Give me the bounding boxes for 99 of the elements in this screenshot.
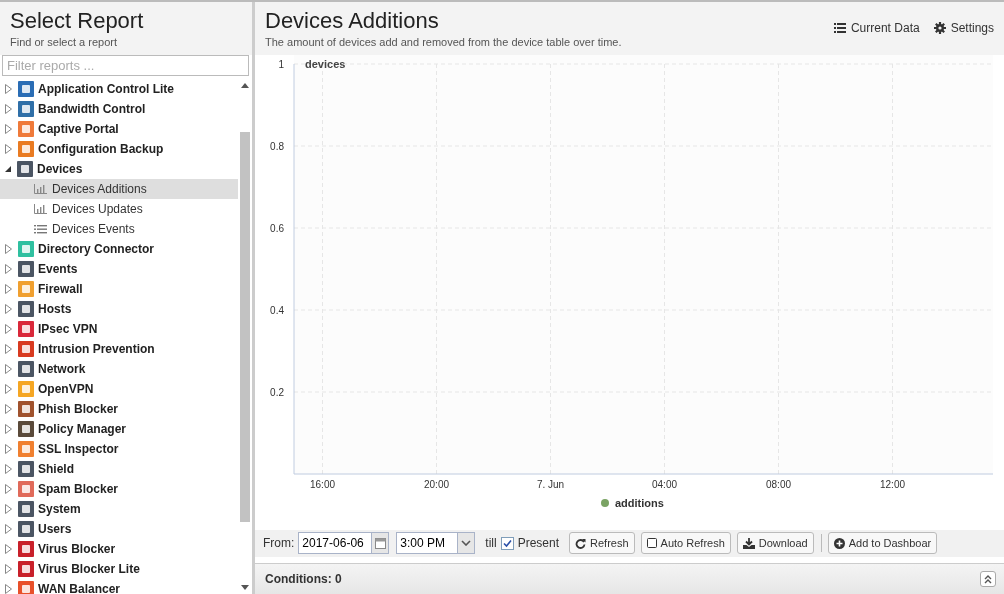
toolbar-button[interactable]: Download — [736, 532, 814, 555]
expand-arrow-icon[interactable] — [5, 543, 12, 554]
tree-item[interactable]: Phish Blocker — [0, 398, 238, 419]
x-tick-label: 12:00 — [880, 478, 905, 490]
toolbar-button[interactable]: Refresh — [569, 532, 635, 555]
tree-item[interactable]: Bandwidth Control — [0, 98, 238, 119]
tree-item[interactable]: Network — [0, 358, 238, 379]
tree-item[interactable]: SSL Inspector — [0, 438, 238, 459]
x-tick-label: 7. Jun — [536, 478, 565, 490]
toolbar-button[interactable]: Settings — [933, 20, 994, 36]
expand-arrow-icon[interactable] — [5, 503, 12, 514]
expand-arrow-icon[interactable] — [5, 483, 12, 494]
report-item[interactable]: Devices Events — [0, 218, 238, 239]
collapse-icon — [984, 574, 992, 585]
x-tick-label: 04:00 — [652, 478, 677, 490]
y-tick-label: 0.6 — [270, 222, 284, 234]
x-tick-label: 08:00 — [766, 478, 791, 490]
expand-arrow-icon[interactable] — [5, 403, 12, 414]
dropdown-button[interactable] — [458, 532, 476, 555]
tree-item[interactable]: Hosts — [0, 298, 238, 319]
tree-item[interactable]: Shield — [0, 458, 238, 479]
expand-arrow-icon[interactable] — [5, 363, 12, 374]
tree-item[interactable]: Captive Portal — [0, 118, 238, 139]
caret-icon — [461, 540, 472, 547]
tree-item[interactable]: Configuration Backup — [0, 138, 238, 159]
expand-arrow-icon[interactable] — [5, 463, 12, 474]
bar-chart-icon — [34, 183, 47, 194]
toolbar-button[interactable]: Auto Refresh — [640, 532, 731, 555]
expand-arrow-icon[interactable] — [5, 283, 12, 294]
expand-arrow-icon[interactable] — [5, 123, 12, 134]
from-label: From: — [263, 535, 295, 553]
expand-arrow-icon[interactable] — [5, 443, 12, 454]
conditions-label: Conditions: 0 — [265, 571, 342, 589]
legend-item[interactable]: additions — [601, 496, 664, 509]
refresh-icon — [575, 537, 587, 549]
tree-item[interactable]: Policy Manager — [0, 418, 238, 439]
report-item[interactable]: Devices Updates — [0, 198, 238, 219]
till-label: till — [485, 535, 497, 553]
checkbox[interactable] — [500, 536, 514, 550]
calendar-button[interactable] — [372, 532, 390, 555]
y-tick-label: 0.4 — [270, 304, 284, 316]
expand-arrow-icon[interactable] — [5, 263, 12, 274]
y-tick-label: 0.2 — [270, 386, 284, 398]
tree-item[interactable]: Virus Blocker — [0, 538, 238, 559]
tree-item[interactable]: Events — [0, 258, 238, 279]
calendar-icon — [374, 537, 386, 549]
tree-item[interactable]: Devices — [0, 158, 238, 179]
download-icon — [742, 537, 755, 549]
date-field[interactable]: 2017-06-06 — [298, 532, 373, 555]
expand-arrow-icon[interactable] — [5, 323, 12, 334]
x-tick-label: 20:00 — [424, 478, 449, 490]
report-title: Devices Additions — [265, 8, 440, 34]
expand-arrow-icon[interactable] — [5, 303, 12, 314]
tree-item[interactable]: WAN Balancer — [0, 578, 238, 594]
x-tick-label: 16:00 — [310, 478, 335, 490]
expand-arrow-icon[interactable] — [5, 523, 12, 534]
tree-item[interactable]: Firewall — [0, 278, 238, 299]
y-axis-title: devices — [305, 57, 346, 70]
report-description: The amount of devices add and removed from the device table over time. — [265, 35, 622, 50]
tree-item[interactable]: IPsec VPN — [0, 318, 238, 339]
toolbar-button[interactable]: Current Data — [833, 20, 920, 36]
legend-label: additions — [615, 496, 664, 509]
expand-arrow-icon[interactable] — [5, 103, 12, 114]
expand-arrow-icon[interactable] — [5, 143, 12, 154]
collapse-arrow-icon[interactable] — [5, 165, 11, 172]
panel-title: Select Report — [10, 8, 145, 34]
tree-item[interactable]: Intrusion Prevention — [0, 338, 238, 359]
tree-item[interactable]: OpenVPN — [0, 378, 238, 399]
tree-item[interactable]: Virus Blocker Lite — [0, 558, 238, 579]
checkbox-label: Present — [517, 535, 560, 553]
conditions-bar[interactable]: Conditions: 0 — [255, 563, 1004, 594]
list-icon — [833, 23, 846, 33]
expand-arrow-icon[interactable] — [5, 243, 12, 254]
scroll-down-icon[interactable] — [241, 585, 249, 590]
collapse-button[interactable] — [980, 571, 996, 588]
expand-arrow-icon[interactable] — [5, 583, 12, 594]
report-item[interactable]: Devices Additions — [0, 178, 238, 199]
y-tick-label: 1 — [278, 58, 284, 70]
filter-field[interactable]: Filter reports ... — [2, 54, 249, 76]
bar-chart-icon — [34, 203, 47, 214]
expand-arrow-icon[interactable] — [5, 83, 12, 94]
tree-item[interactable]: Users — [0, 518, 238, 539]
expand-arrow-icon[interactable] — [5, 383, 12, 394]
expand-arrow-icon[interactable] — [5, 343, 12, 354]
panel-subtitle: Find or select a report — [10, 35, 118, 50]
tree-item[interactable]: Directory Connector — [0, 238, 238, 259]
toolbar-button[interactable]: Add to Dashboar — [827, 532, 938, 555]
tree-item[interactable]: Spam Blocker — [0, 478, 238, 499]
settings-icon — [933, 22, 946, 34]
expand-arrow-icon[interactable] — [5, 423, 12, 434]
list-icon — [34, 223, 47, 234]
tree-item[interactable]: System — [0, 498, 238, 519]
time-field[interactable]: 3:00 PM — [396, 532, 459, 555]
y-tick-label: 0.8 — [270, 140, 284, 152]
add-icon — [833, 537, 845, 549]
expand-arrow-icon[interactable] — [5, 563, 12, 574]
tree-item[interactable]: Application Control Lite — [0, 78, 238, 99]
scroll-up-icon[interactable] — [241, 82, 249, 88]
scroll-thumb[interactable] — [240, 131, 250, 522]
